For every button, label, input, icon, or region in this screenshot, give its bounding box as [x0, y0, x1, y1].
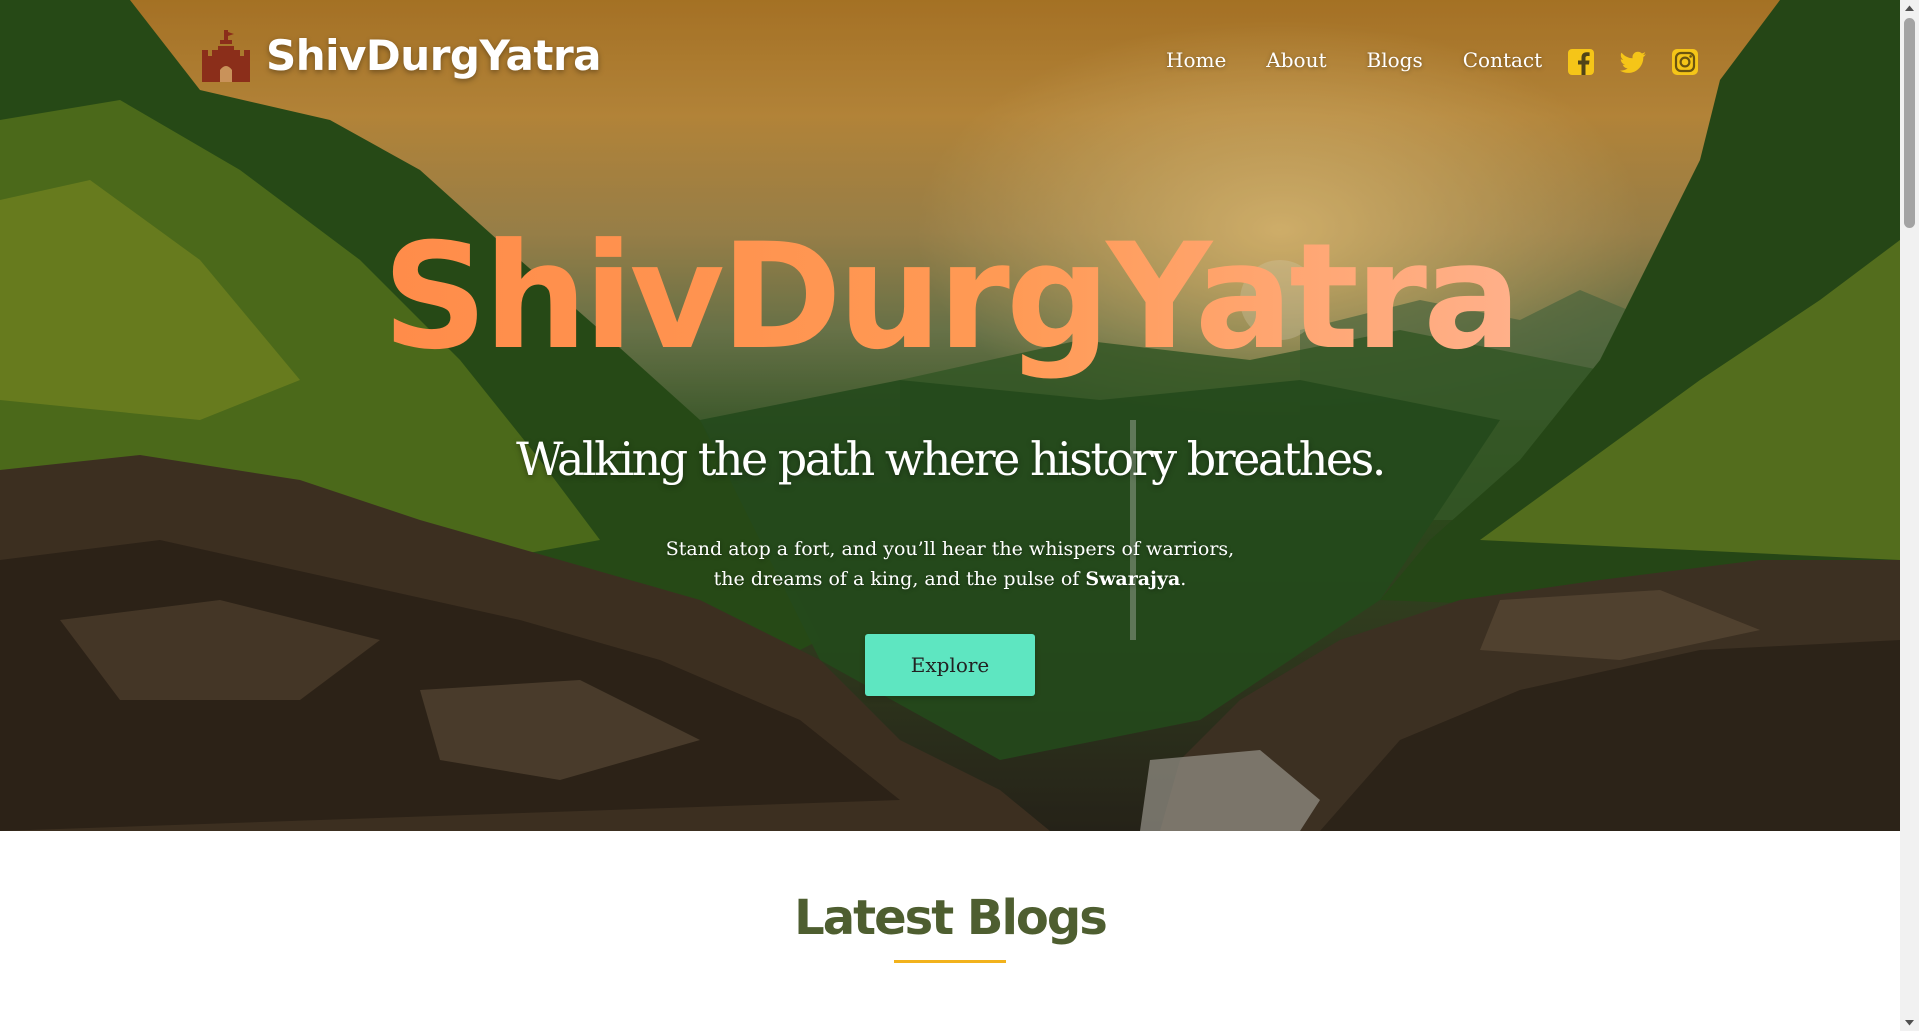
scroll-down-arrow-icon[interactable] — [1900, 1014, 1919, 1031]
brand-link[interactable]: ShivDurgYatra — [200, 28, 602, 82]
nav-link-home[interactable]: Home — [1166, 48, 1226, 72]
hero-subtitle: Walking the path where history breathes. — [516, 432, 1386, 486]
hero-description-line2-suffix: . — [1180, 568, 1187, 590]
instagram-icon[interactable] — [1671, 48, 1699, 76]
hero-description-swarajya: Swarajya — [1085, 568, 1181, 590]
hero-description-line1: Stand atop a fort, and you’ll hear the w… — [665, 538, 1235, 560]
page: ShivDurgYatra Home About Blogs Contact S… — [0, 0, 1919, 1031]
brand-name: ShivDurgYatra — [266, 30, 602, 80]
hero-description: Stand atop a fort, and you’ll hear the w… — [0, 534, 1900, 594]
latest-blogs-title: Latest Blogs — [794, 890, 1108, 946]
nav-link-contact[interactable]: Contact — [1463, 48, 1542, 72]
nav-links: Home About Blogs Contact — [1166, 48, 1582, 72]
main-area: ShivDurgYatra Home About Blogs Contact S… — [0, 0, 1900, 1031]
vertical-scrollbar[interactable] — [1900, 0, 1919, 1031]
nav-link-blogs[interactable]: Blogs — [1367, 48, 1423, 72]
twitter-icon[interactable] — [1619, 48, 1647, 76]
hero-section: ShivDurgYatra Home About Blogs Contact S… — [0, 0, 1900, 831]
hero-title-text: ShivDurgYatra — [382, 212, 1521, 382]
facebook-icon[interactable] — [1567, 48, 1595, 76]
latest-blogs-underline — [894, 960, 1006, 963]
hero-description-line2-prefix: the dreams of a king, and the pulse of — [713, 568, 1086, 590]
social-links — [1567, 48, 1723, 76]
scroll-up-arrow-icon[interactable] — [1900, 0, 1919, 17]
explore-button[interactable]: Explore — [865, 634, 1035, 696]
navbar: ShivDurgYatra Home About Blogs Contact — [0, 0, 1900, 120]
hero-title: ShivDurgYatra — [0, 224, 1900, 370]
scrollbar-thumb[interactable] — [1904, 18, 1915, 228]
castle-icon — [202, 30, 250, 82]
hero-overlay — [0, 0, 1900, 831]
nav-link-about[interactable]: About — [1266, 48, 1326, 72]
